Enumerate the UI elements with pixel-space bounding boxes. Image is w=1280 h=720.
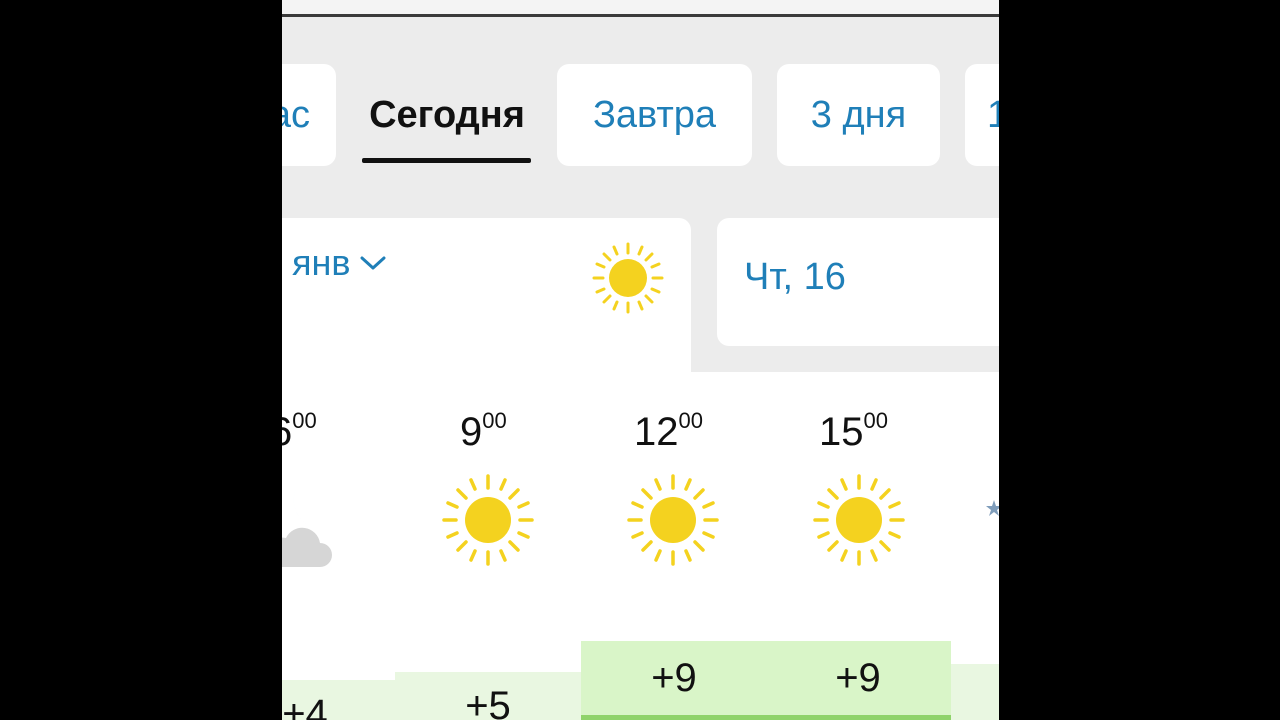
sun-icon xyxy=(813,474,905,566)
tab-now-label: ас xyxy=(282,93,310,136)
tab-today[interactable]: Сегодня xyxy=(362,64,532,166)
tab-more-label: 1 xyxy=(987,93,999,136)
sun-icon xyxy=(592,242,664,314)
temp-bar-background xyxy=(951,664,999,720)
temperature-value: +5 xyxy=(465,684,511,720)
hour-label: 900 xyxy=(460,408,507,454)
sun-icon xyxy=(627,474,719,566)
tab-tomorrow-label: Завтра xyxy=(592,93,717,136)
hour-label: 1500 xyxy=(819,408,888,454)
moon-cloud-icon xyxy=(282,480,342,567)
tab-3-days-label: 3 дня xyxy=(810,93,907,136)
tab-tomorrow[interactable]: Завтра xyxy=(557,64,752,166)
app-viewport: ас Сегодня Завтра 3 дня 1 5 янв я xyxy=(282,0,999,720)
hour-label: 600 xyxy=(282,408,317,454)
temperature-value: +4 xyxy=(282,692,328,720)
hour-label: 1200 xyxy=(634,408,703,454)
tab-3-days[interactable]: 3 дня xyxy=(777,64,940,166)
top-frame xyxy=(282,0,999,17)
star-icon xyxy=(986,500,999,516)
chevron-down-icon xyxy=(360,256,386,270)
tab-now[interactable]: ас xyxy=(282,64,336,166)
tab-today-label: Сегодня xyxy=(369,93,525,136)
date-label: 5 янв xyxy=(282,242,351,283)
temperature-value: +9 xyxy=(651,656,697,700)
date-selector[interactable]: 5 янв xyxy=(282,242,387,284)
active-tab-indicator xyxy=(362,158,531,163)
tab-more[interactable]: 1 xyxy=(965,64,999,166)
temp-bar-accent xyxy=(581,715,951,720)
temperature-value: +9 xyxy=(835,656,881,700)
next-day-label: Чт, 16 xyxy=(744,256,846,298)
sun-icon xyxy=(442,474,534,566)
